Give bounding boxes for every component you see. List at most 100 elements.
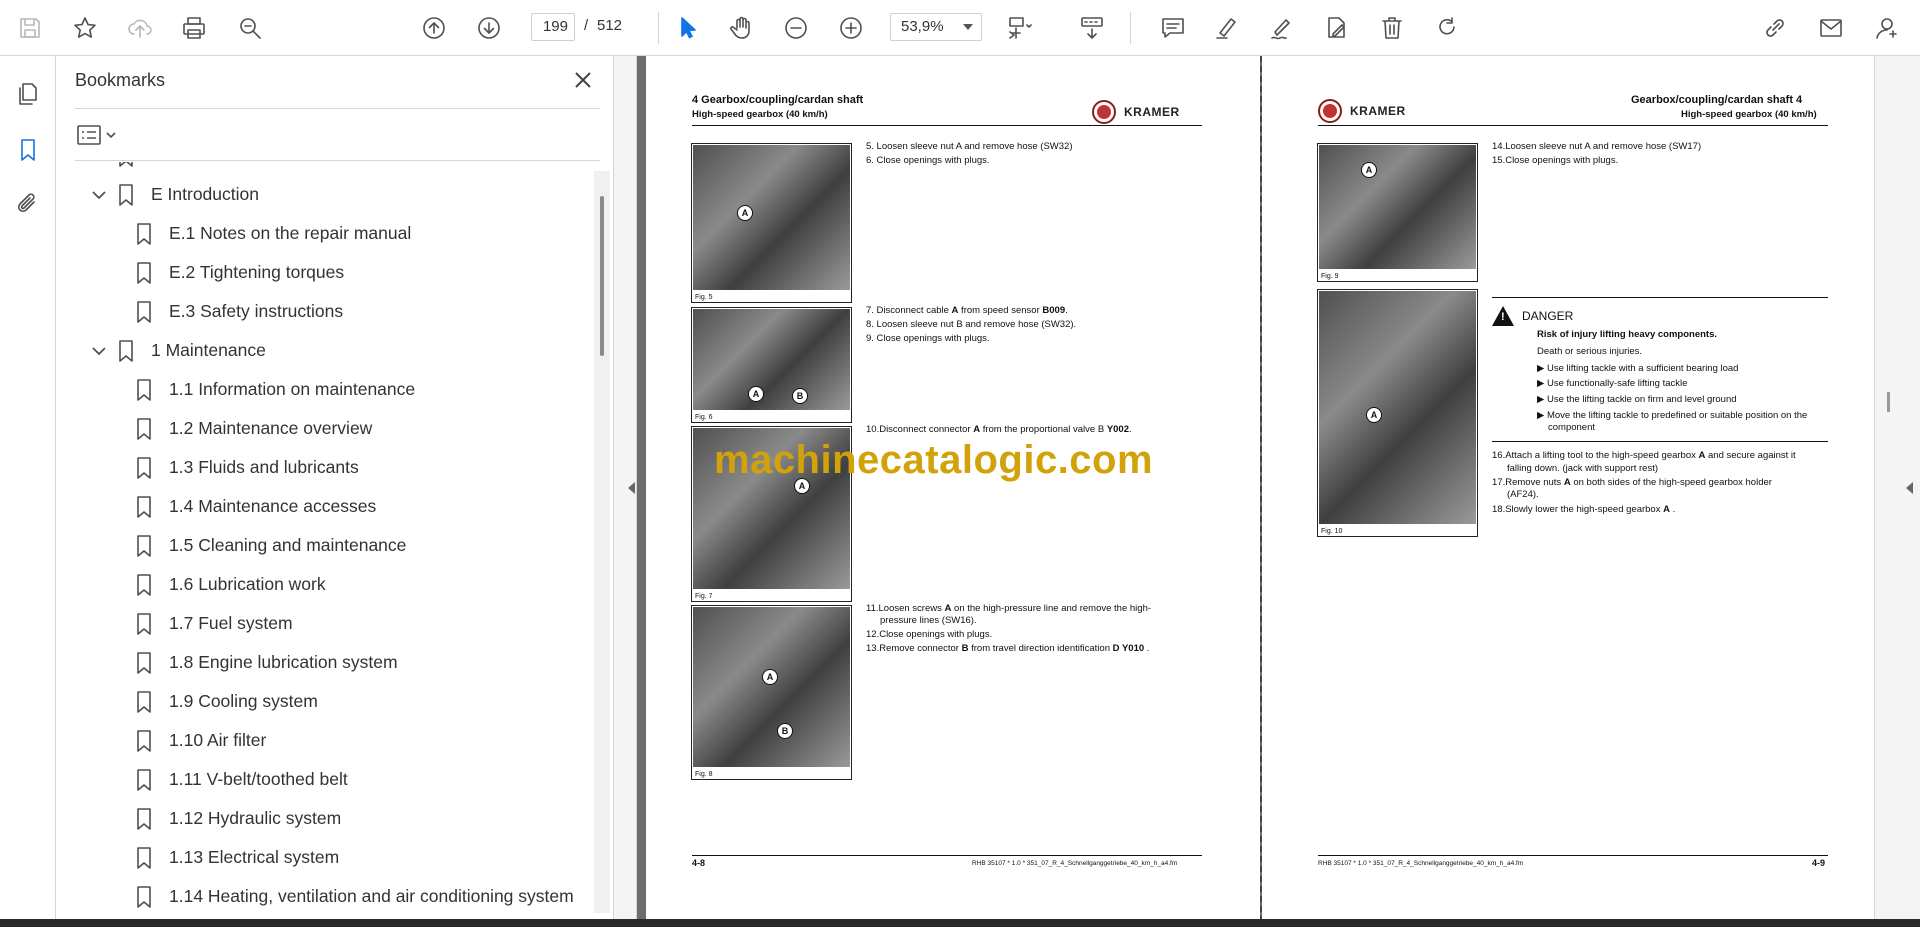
page-number-input[interactable]: 199 (531, 13, 575, 41)
panel-title: Bookmarks (75, 70, 166, 90)
bookmark-item[interactable]: E.1 Notes on the repair manual (133, 214, 411, 253)
bookmark-label: 1.14 Heating, ventilation and air condit… (169, 886, 574, 906)
upload-cloud-icon[interactable] (124, 12, 156, 44)
bookmark-item[interactable]: 1.8 Engine lubrication system (133, 643, 398, 682)
highlight-pen-icon[interactable] (1211, 12, 1243, 44)
bookmark-item[interactable]: 1.6 Lubrication work (133, 565, 326, 604)
expand-right-panel-icon[interactable] (1906, 482, 1913, 494)
share-link-icon[interactable] (1759, 12, 1791, 44)
bookmark-label: 1.8 Engine lubrication system (169, 652, 398, 672)
page-fit-icon[interactable] (1003, 12, 1035, 44)
next-page-icon[interactable] (473, 12, 505, 44)
bookmark-label: E Introduction (151, 184, 259, 204)
bookmark-item[interactable]: E Introduction (87, 175, 259, 214)
bookmark-icon (133, 495, 155, 519)
document-scrollbar[interactable] (1874, 56, 1920, 927)
bookmark-item[interactable]: 1.11 V-belt/toothed belt (133, 760, 348, 799)
hand-tool-icon[interactable] (726, 12, 758, 44)
bookmark-icon (133, 846, 155, 870)
zoom-in-icon[interactable] (835, 12, 867, 44)
search-icon[interactable] (234, 12, 266, 44)
page-number-label: 4-9 (1812, 858, 1826, 868)
bookmark-options-button[interactable] (75, 120, 121, 150)
bookmark-item[interactable]: Table of contents (87, 162, 283, 175)
bookmark-item[interactable]: 1.10 Air filter (133, 721, 266, 760)
page-thumbnails-icon[interactable] (10, 76, 46, 112)
bookmark-label: E.2 Tightening torques (169, 262, 345, 282)
figure-5: A Fig. 5 (691, 143, 852, 303)
danger-heading: Risk of injury lifting heavy components. (1537, 329, 1717, 340)
bookmark-item[interactable]: E.3 Safety instructions (133, 292, 343, 331)
star-icon[interactable] (69, 12, 101, 44)
kramer-logo-icon (1318, 99, 1342, 123)
save-icon[interactable] (14, 12, 46, 44)
watermark-text: machinecatalogic.com (714, 438, 1154, 482)
print-icon[interactable] (178, 12, 210, 44)
email-icon[interactable] (1815, 12, 1847, 44)
bookmark-item[interactable]: 1.3 Fluids and lubricants (133, 448, 359, 487)
edit-document-icon[interactable] (1321, 12, 1353, 44)
bookmark-item[interactable]: 1 Maintenance (87, 331, 266, 370)
step-14: 14.Loosen sleeve nut A and remove hose (… (1492, 141, 1702, 152)
comment-icon[interactable] (1157, 12, 1189, 44)
gearbox-holder-photo (1319, 291, 1476, 524)
bookmark-item[interactable]: 1.1 Information on maintenance (133, 370, 415, 409)
step-16: 16.Attach a lifting tool to the high-spe… (1492, 450, 1796, 461)
bookmark-label: 1.3 Fluids and lubricants (169, 457, 359, 477)
divider (75, 108, 600, 109)
bookmark-label: E.3 Safety instructions (169, 301, 344, 321)
chevron-down-icon[interactable] (963, 24, 973, 30)
figure-8: A B Fig. 8 (691, 605, 852, 780)
footer-rule (692, 855, 1202, 856)
danger-top-rule (1492, 297, 1828, 298)
bookmark-item[interactable]: 1.7 Fuel system (133, 604, 293, 643)
taskbar-edge (0, 919, 1920, 927)
draw-signature-icon[interactable] (1266, 12, 1298, 44)
chevron-down-icon[interactable] (87, 339, 111, 363)
trash-icon[interactable] (1376, 12, 1408, 44)
danger-title: ! DANGER (1492, 306, 1573, 326)
bookmark-item[interactable]: 1.9 Cooling system (133, 682, 318, 721)
bookmark-item[interactable]: 1.4 Maintenance accesses (133, 487, 376, 526)
bookmark-label: 1.5 Cleaning and maintenance (169, 535, 407, 555)
header-rule (1318, 125, 1828, 126)
header-rule (692, 125, 1202, 126)
previous-page-icon[interactable] (418, 12, 450, 44)
bookmark-item[interactable]: 1.12 Hydraulic system (133, 799, 341, 838)
bookmark-item[interactable]: 1.14 Heating, ventilation and air condit… (133, 877, 574, 916)
bookmark-icon (133, 300, 155, 324)
attachments-icon[interactable] (10, 186, 46, 222)
step-16-cont: falling down. (jack with support rest) (1507, 463, 1659, 474)
figure-9: A Fig. 9 (1317, 143, 1478, 282)
figure-10: A Fig. 10 (1317, 289, 1478, 537)
bookmark-item[interactable]: 1.2 Maintenance overview (133, 409, 372, 448)
figure-caption: Fig. 10 (1321, 528, 1343, 535)
collapse-panel-icon[interactable] (628, 482, 635, 494)
scroll-mode-icon[interactable] (1076, 12, 1108, 44)
select-cursor-icon[interactable] (671, 12, 703, 44)
redo-icon[interactable] (1431, 12, 1463, 44)
close-icon[interactable] (569, 66, 597, 94)
danger-bullet-cont: component (1548, 422, 1596, 433)
chevron-down-icon[interactable] (87, 183, 111, 207)
bookmark-item[interactable]: 1.5 Cleaning and maintenance (133, 526, 406, 565)
bookmark-item[interactable]: E.2 Tightening torques (133, 253, 344, 292)
bookmark-label: 1.4 Maintenance accesses (169, 496, 377, 516)
scrollbar-thumb[interactable] (600, 196, 604, 356)
danger-bullet: ▶ Move the lifting tackle to predefined … (1537, 410, 1808, 421)
callout-a: A (1361, 162, 1377, 178)
bookmark-item[interactable]: 1.13 Electrical system (133, 838, 339, 877)
scrollbar-thumb[interactable] (1887, 392, 1890, 412)
zoom-out-icon[interactable] (780, 12, 812, 44)
user-account-icon[interactable] (1871, 12, 1903, 44)
toolbar-divider (658, 12, 659, 44)
navigation-rail (0, 56, 56, 927)
footer-rule (1318, 855, 1828, 856)
hose-photo (1319, 145, 1476, 269)
step-5: 5. Loosen sleeve nut A and remove hose (… (866, 141, 1073, 152)
figure-caption: Fig. 7 (695, 593, 713, 600)
step-10: 10.Disconnect connector A from the propo… (866, 424, 1132, 435)
bookmark-list: Table of contents E Introduction E.1 Notes… (75, 162, 600, 927)
bookmarks-icon[interactable] (10, 132, 46, 168)
